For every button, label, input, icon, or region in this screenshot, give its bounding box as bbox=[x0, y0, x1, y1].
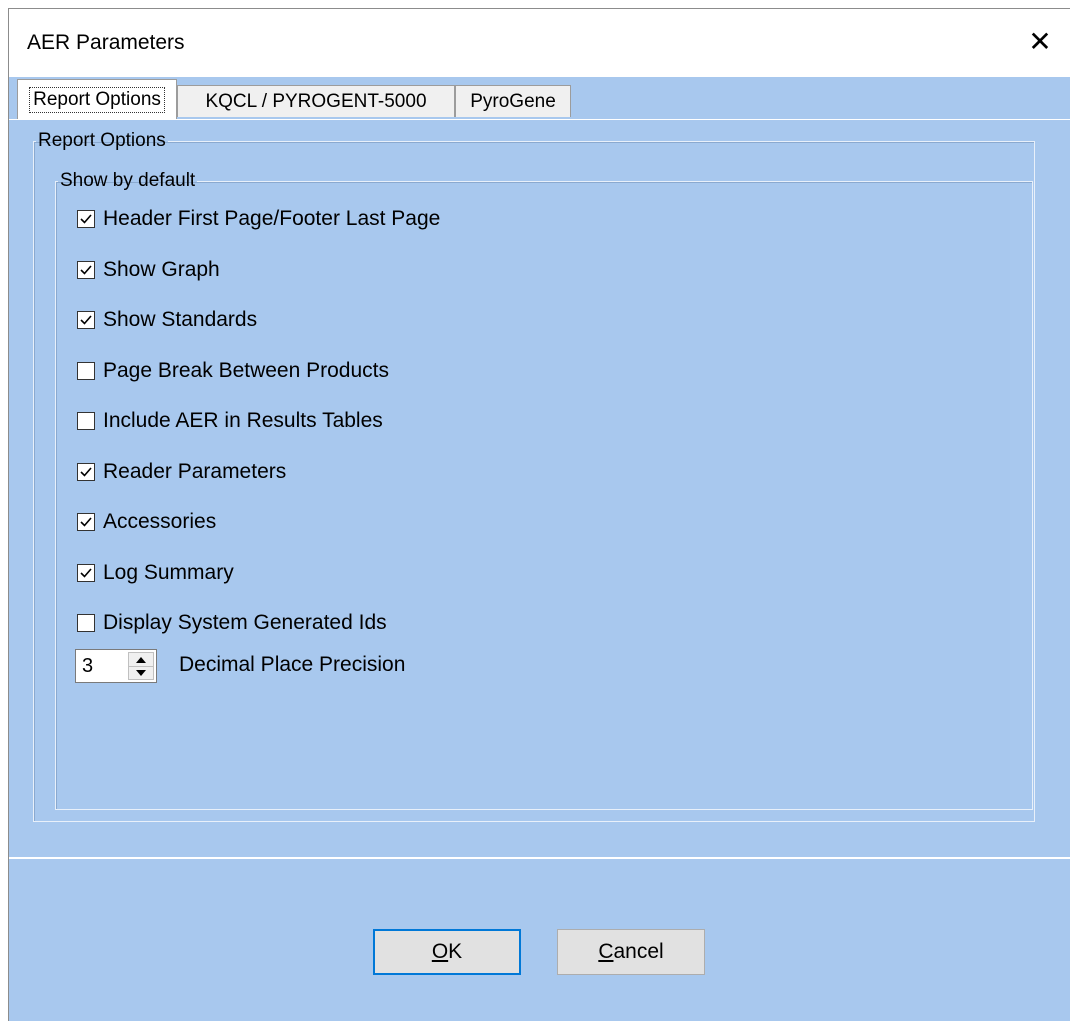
decimal-precision-stepper[interactable]: 3 bbox=[75, 649, 157, 683]
cancel-button[interactable]: Cancel bbox=[557, 929, 705, 975]
window-title: AER Parameters bbox=[27, 31, 185, 54]
arrow-up-icon bbox=[136, 656, 146, 663]
decimal-precision-value[interactable]: 3 bbox=[82, 655, 93, 678]
checkbox-label: Show Standards bbox=[103, 308, 258, 331]
cancel-label-rest: ancel bbox=[613, 940, 664, 963]
cancel-mnemonic: C bbox=[598, 940, 614, 963]
ok-label-rest: K bbox=[448, 940, 463, 963]
decimal-precision-label: Decimal Place Precision bbox=[179, 653, 406, 676]
report-options-group-label: Report Options bbox=[38, 130, 166, 151]
checkbox-row[interactable]: Log Summary bbox=[77, 556, 234, 590]
dialog-window: AER Parameters ✕ Report Options KQCL / P… bbox=[8, 8, 1070, 1021]
stepper-buttons bbox=[128, 652, 154, 680]
checkbox-checked[interactable] bbox=[77, 261, 95, 279]
checkbox-label: Display System Generated Ids bbox=[103, 611, 387, 634]
checkbox-row[interactable]: Show Standards bbox=[77, 303, 257, 337]
show-by-default-group-label: Show by default bbox=[60, 170, 196, 191]
tab-report-options[interactable]: Report Options bbox=[17, 79, 177, 119]
checkbox-row[interactable]: Accessories bbox=[77, 505, 216, 539]
checkmark-icon bbox=[80, 568, 92, 578]
tab-bar: Report Options KQCL / PYROGENT-5000 Pyro… bbox=[9, 77, 1070, 119]
stepper-up-button[interactable] bbox=[129, 653, 153, 667]
ok-button[interactable]: OK bbox=[373, 929, 521, 975]
checkbox-unchecked[interactable] bbox=[77, 412, 95, 430]
tab-label: Report Options bbox=[29, 86, 165, 113]
checkbox-row[interactable]: Page Break Between Products bbox=[77, 354, 389, 388]
checkbox-checked[interactable] bbox=[77, 210, 95, 228]
tab-label: KQCL / PYROGENT-5000 bbox=[205, 90, 427, 112]
tab-label: PyroGene bbox=[470, 90, 556, 112]
checkmark-icon bbox=[80, 467, 92, 477]
checkbox-label: Header First Page/Footer Last Page bbox=[103, 207, 441, 230]
checkmark-icon bbox=[80, 315, 92, 325]
checkbox-label: Accessories bbox=[103, 510, 217, 533]
checkbox-unchecked[interactable] bbox=[77, 362, 95, 380]
checkbox-row[interactable]: Display System Generated Ids bbox=[77, 606, 387, 640]
stepper-down-button[interactable] bbox=[129, 666, 153, 679]
checkbox-row[interactable]: Include AER in Results Tables bbox=[77, 404, 383, 438]
button-bar bbox=[9, 857, 1070, 1021]
checkbox-row[interactable]: Reader Parameters bbox=[77, 455, 286, 489]
checkbox-label: Reader Parameters bbox=[103, 460, 287, 483]
checkbox-label: Page Break Between Products bbox=[103, 359, 390, 382]
checkmark-icon bbox=[80, 214, 92, 224]
checkbox-checked[interactable] bbox=[77, 311, 95, 329]
checkbox-label: Include AER in Results Tables bbox=[103, 409, 383, 432]
checkbox-checked[interactable] bbox=[77, 513, 95, 531]
checkbox-checked[interactable] bbox=[77, 564, 95, 582]
tab-pyrogene[interactable]: PyroGene bbox=[455, 85, 571, 117]
checkbox-row[interactable]: Header First Page/Footer Last Page bbox=[77, 202, 440, 236]
arrow-down-icon bbox=[136, 669, 146, 676]
checkmark-icon bbox=[80, 265, 92, 275]
close-icon: ✕ bbox=[1028, 25, 1052, 57]
ok-mnemonic: O bbox=[431, 940, 449, 963]
checkmark-icon bbox=[80, 517, 92, 527]
title-bar: AER Parameters ✕ bbox=[9, 9, 1070, 77]
checkbox-label: Show Graph bbox=[103, 258, 220, 281]
checkbox-checked[interactable] bbox=[77, 463, 95, 481]
tab-kqcl-pyrogent[interactable]: KQCL / PYROGENT-5000 bbox=[177, 85, 455, 117]
checkbox-unchecked[interactable] bbox=[77, 614, 95, 632]
checkbox-row[interactable]: Show Graph bbox=[77, 253, 220, 287]
checkbox-label: Log Summary bbox=[103, 561, 234, 584]
close-button[interactable]: ✕ bbox=[1010, 9, 1070, 73]
